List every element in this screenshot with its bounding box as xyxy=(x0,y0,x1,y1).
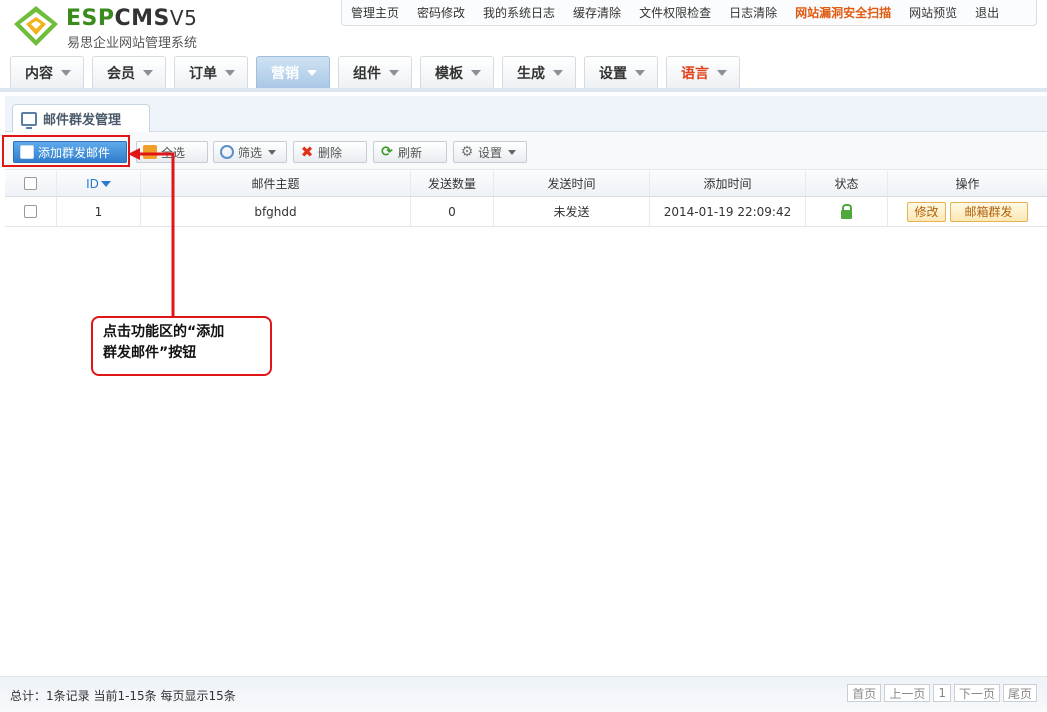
header: ESPCMSV5 易思企业网站管理系统 管理主页 密码修改 我的系统日志 缓存清… xyxy=(0,0,1047,92)
topnav-password[interactable]: 密码修改 xyxy=(408,4,474,21)
sort-desc-icon xyxy=(100,180,111,187)
row-checkbox[interactable] xyxy=(24,205,37,218)
settings-button[interactable]: ⚙ 设置 xyxy=(453,141,527,163)
tab-language[interactable]: 语言 xyxy=(666,56,740,88)
refresh-button[interactable]: ⟳ 刷新 xyxy=(373,141,447,163)
filter-button[interactable]: 筛选 xyxy=(213,141,287,163)
topnav-my-log[interactable]: 我的系统日志 xyxy=(474,4,564,21)
page-number[interactable]: 1 xyxy=(933,684,951,702)
tab-member[interactable]: 会员 xyxy=(92,56,166,88)
chevron-down-icon xyxy=(389,69,399,76)
prev-page-button[interactable]: 上一页 xyxy=(884,684,931,702)
last-page-button[interactable]: 尾页 xyxy=(1002,684,1037,702)
col-send-time: 发送时间 xyxy=(494,171,650,196)
unlock-icon[interactable] xyxy=(841,203,852,219)
cell-send-time: 未发送 xyxy=(494,197,650,226)
chevron-down-icon xyxy=(307,69,317,76)
topnav-security-scan[interactable]: 网站漏洞安全扫描 xyxy=(786,4,900,21)
main-nav: 内容 会员 订单 营销 组件 模板 生成 设置 语言 xyxy=(10,56,748,88)
delete-icon: ✖ xyxy=(300,143,314,161)
chevron-down-icon xyxy=(143,69,153,76)
logo-wordmark: ESPCMSV5 xyxy=(66,6,198,31)
chevron-down-icon xyxy=(471,69,481,76)
tab-generate[interactable]: 生成 xyxy=(502,56,576,88)
topnav-logout[interactable]: 退出 xyxy=(966,4,1008,21)
tab-content[interactable]: 内容 xyxy=(10,56,84,88)
topnav-preview[interactable]: 网站预览 xyxy=(900,4,966,21)
refresh-icon: ⟳ xyxy=(381,144,393,160)
search-icon xyxy=(220,145,234,159)
top-nav: 管理主页 密码修改 我的系统日志 缓存清除 文件权限检查 日志清除 网站漏洞安全… xyxy=(341,0,1037,26)
topnav-file-permission[interactable]: 文件权限检查 xyxy=(630,4,720,21)
chevron-down-icon xyxy=(268,149,277,155)
chevron-down-icon xyxy=(225,69,235,76)
cell-add-time: 2014-01-19 22:09:42 xyxy=(650,197,806,226)
first-page-button[interactable]: 首页 xyxy=(847,684,882,702)
logo-icon xyxy=(14,6,58,46)
nav-divider xyxy=(0,88,1047,92)
callout-arrow xyxy=(128,148,175,318)
select-all-checkbox[interactable] xyxy=(24,177,37,190)
topnav-home[interactable]: 管理主页 xyxy=(342,4,408,21)
tab-marketing[interactable]: 营销 xyxy=(256,56,330,88)
gear-icon: ⚙ xyxy=(460,144,474,160)
logo-subtitle: 易思企业网站管理系统 xyxy=(67,36,198,51)
add-button-highlight xyxy=(2,135,130,167)
next-page-button[interactable]: 下一页 xyxy=(953,684,1000,702)
logo[interactable]: ESPCMSV5 易思企业网站管理系统 xyxy=(10,4,240,51)
col-add-time: 添加时间 xyxy=(650,171,806,196)
send-mail-button[interactable]: 邮箱群发 xyxy=(949,201,1028,222)
monitor-icon xyxy=(21,111,37,129)
panel-tab-label: 邮件群发管理 xyxy=(43,113,122,128)
tab-order[interactable]: 订单 xyxy=(174,56,248,88)
col-status: 状态 xyxy=(806,171,888,196)
instruction-callout: 点击功能区的“添加 群发邮件”按钮 xyxy=(91,316,272,376)
chevron-down-icon xyxy=(508,149,517,155)
panel-tab-mail-broadcast[interactable]: 邮件群发管理 xyxy=(12,104,150,132)
tab-settings[interactable]: 设置 xyxy=(584,56,658,88)
record-summary: 总计：1条记录 当前1-15条 每页显示15条 xyxy=(10,689,236,703)
edit-button[interactable]: 修改 xyxy=(907,201,946,222)
tab-component[interactable]: 组件 xyxy=(338,56,412,88)
chevron-down-icon xyxy=(553,69,563,76)
chevron-down-icon xyxy=(635,69,645,76)
pager: 首页 上一页 1 下一页 尾页 xyxy=(844,684,1037,702)
panel-header: 邮件群发管理 xyxy=(5,96,1047,132)
col-operations: 操作 xyxy=(955,177,980,191)
cell-count: 0 xyxy=(411,197,494,226)
footer: 总计：1条记录 当前1-15条 每页显示15条 首页 上一页 1 下一页 尾页 xyxy=(0,676,1047,712)
topnav-clear-log[interactable]: 日志清除 xyxy=(720,4,786,21)
chevron-down-icon xyxy=(717,69,727,76)
col-count: 发送数量 xyxy=(411,171,494,196)
chevron-down-icon xyxy=(61,69,71,76)
delete-button[interactable]: ✖ 删除 xyxy=(293,141,367,163)
tab-template[interactable]: 模板 xyxy=(420,56,494,88)
topnav-clear-cache[interactable]: 缓存清除 xyxy=(564,4,630,21)
